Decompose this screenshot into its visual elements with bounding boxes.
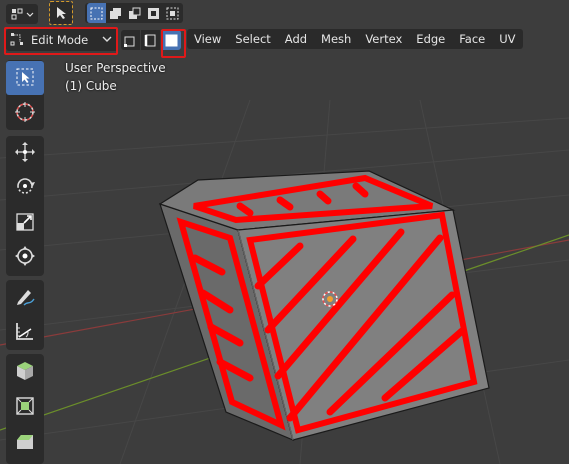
cube-mesh [158,170,490,442]
editor-type-button[interactable] [6,4,38,24]
edit-mode-icon [10,32,24,49]
tool-move[interactable] [6,136,44,170]
tool-cursor[interactable] [6,96,44,130]
move-icon [14,141,36,166]
menu-view[interactable]: View [187,29,228,49]
toolbar-group-transform [6,136,44,276]
menu-add[interactable]: Add [278,29,314,49]
add-cube-icon [14,359,36,384]
menu-vertex[interactable]: Vertex [358,29,409,49]
inset-icon [14,431,36,456]
extrude-icon [14,395,36,420]
menu-select[interactable]: Select [228,29,277,49]
tool-transform[interactable] [6,240,44,274]
tool-extrude[interactable] [6,390,44,424]
menu-edge[interactable]: Edge [409,29,452,49]
tool-scale[interactable] [6,206,44,240]
edge-select-icon [144,34,157,47]
mode-dropdown[interactable]: Edit Mode [6,29,118,51]
menu-face[interactable]: Face [452,29,492,49]
menu-mesh[interactable]: Mesh [314,29,358,49]
header-menu-bar: View Select Add Mesh Vertex Edge Face UV [187,29,523,49]
toolbar-group-select [6,60,44,130]
toolbar-group-annotate [6,280,44,350]
tool-measure[interactable] [6,315,44,349]
transform-icon [14,245,36,270]
select-new-icon[interactable] [86,3,106,23]
select-mode-group[interactable] [85,3,183,23]
select-invert-icon[interactable] [144,3,163,23]
mode-label: Edit Mode [31,33,89,47]
toolbar-group-mesh [6,354,44,464]
select-tool-button[interactable] [50,2,72,24]
face-select-button[interactable] [161,30,181,50]
object-label: (1) Cube [65,79,117,93]
vertex-select-button[interactable] [121,30,140,50]
measure-icon [14,320,36,345]
perspective-label: User Perspective [65,61,166,75]
tool-inset[interactable] [6,426,44,460]
select-subtract-icon[interactable] [125,3,144,23]
cursor-arrow-icon [55,6,67,20]
rotate-icon [14,175,36,200]
tool-select-box[interactable] [6,61,44,95]
cube-editor-icon [10,7,34,21]
select-extend-icon[interactable] [106,3,125,23]
cursor-icon [14,101,36,126]
scale-icon [14,211,36,236]
tool-rotate[interactable] [6,170,44,204]
tool-annotate[interactable] [6,280,44,314]
edge-select-button[interactable] [141,30,160,50]
menu-uv[interactable]: UV [492,29,522,49]
chevron-down-icon [102,33,112,47]
tool-add-cube[interactable] [6,354,44,388]
select-intersect-icon[interactable] [163,3,182,23]
face-select-icon [165,34,178,47]
annotate-icon [14,285,36,310]
select-box-icon [15,67,35,90]
vertex-select-icon [124,34,137,47]
